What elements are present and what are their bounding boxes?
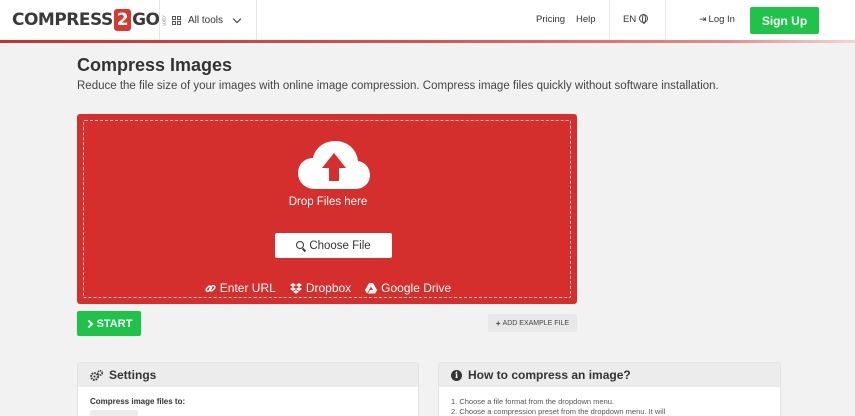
globe-icon — [639, 14, 649, 24]
logo-text-suffix: .com — [160, 14, 167, 26]
google-drive-label: Google Drive — [381, 281, 452, 295]
search-icon — [296, 240, 305, 249]
howto-step: 2. Choose a compression preset from the … — [451, 407, 666, 416]
header-divider — [256, 0, 257, 40]
file-drop-zone[interactable]: Drop Files here Choose File Enter URL Dr… — [77, 114, 577, 304]
nav-pricing-link[interactable]: Pricing — [536, 14, 565, 25]
settings-header: Settings — [78, 363, 418, 387]
add-example-label: ADD EXAMPLE FILE — [502, 319, 570, 327]
site-logo[interactable]: COMPRESS 2 GO .com — [12, 8, 166, 32]
settings-panel: Settings Compress image files to: — [77, 362, 419, 416]
grid-icon — [172, 15, 181, 25]
plus-icon: + — [495, 318, 501, 328]
signup-button[interactable]: Sign Up — [750, 7, 819, 34]
dropbox-icon — [289, 282, 302, 294]
logo-text-go: GO — [132, 10, 160, 30]
compress-format-label: Compress image files to: — [90, 397, 186, 406]
enter-url-label: Enter URL — [219, 281, 276, 295]
howto-title: How to compress an image? — [468, 368, 631, 382]
info-icon: i — [451, 369, 462, 381]
start-label: START — [96, 317, 133, 330]
nav-help-link[interactable]: Help — [576, 14, 596, 25]
header-divider — [609, 0, 610, 40]
login-label: Log In — [708, 14, 735, 25]
dropbox-label: Dropbox — [305, 281, 352, 295]
choose-file-label: Choose File — [309, 239, 371, 252]
chevron-down-icon — [232, 14, 242, 23]
howto-steps: 1. Choose a file format from the dropdow… — [451, 397, 768, 416]
settings-title: Settings — [109, 368, 157, 382]
cloud-upload-icon — [298, 141, 370, 189]
drop-zone-border: Drop Files here Choose File Enter URL Dr… — [83, 120, 571, 298]
enter-url-link[interactable]: Enter URL — [205, 281, 276, 295]
page-subtitle: Reduce the file size of your images with… — [77, 80, 719, 92]
header-accent-bar — [0, 40, 855, 43]
chevron-right-icon — [84, 319, 93, 328]
all-tools-label: All tools — [188, 14, 224, 26]
add-example-file-button[interactable]: + ADD EXAMPLE FILE — [488, 314, 577, 332]
gears-icon — [90, 369, 103, 381]
logo-text-compress: COMPRESS — [12, 10, 113, 30]
language-label: EN — [623, 14, 637, 25]
google-drive-link[interactable]: Google Drive — [365, 281, 451, 295]
header-divider — [665, 0, 666, 40]
start-button[interactable]: START — [77, 311, 141, 336]
dropbox-link[interactable]: Dropbox — [289, 281, 352, 295]
howto-step: 1. Choose a file format from the dropdow… — [451, 397, 615, 406]
language-selector[interactable]: EN — [623, 14, 649, 25]
login-link[interactable]: ⇥ Log In — [699, 14, 735, 25]
howto-panel: i How to compress an image? 1. Choose a … — [438, 362, 781, 416]
logo-text-two: 2 — [113, 9, 132, 31]
howto-header: i How to compress an image? — [439, 363, 780, 387]
top-navbar: COMPRESS 2 GO .com All tools Pricing Hel… — [0, 0, 855, 40]
howto-body: 1. Choose a file format from the dropdow… — [439, 387, 780, 416]
drop-files-text: Drop Files here — [288, 196, 368, 208]
google-drive-icon — [365, 282, 378, 293]
sign-in-icon: ⇥ — [699, 14, 707, 24]
header-divider — [159, 0, 160, 40]
format-select[interactable] — [90, 410, 138, 416]
choose-file-button[interactable]: Choose File — [275, 233, 392, 258]
all-tools-menu[interactable]: All tools — [172, 12, 242, 28]
upload-sources: Enter URL Dropbox Google Drive — [84, 281, 572, 295]
page-title: Compress Images — [77, 55, 233, 75]
link-icon — [205, 284, 216, 292]
